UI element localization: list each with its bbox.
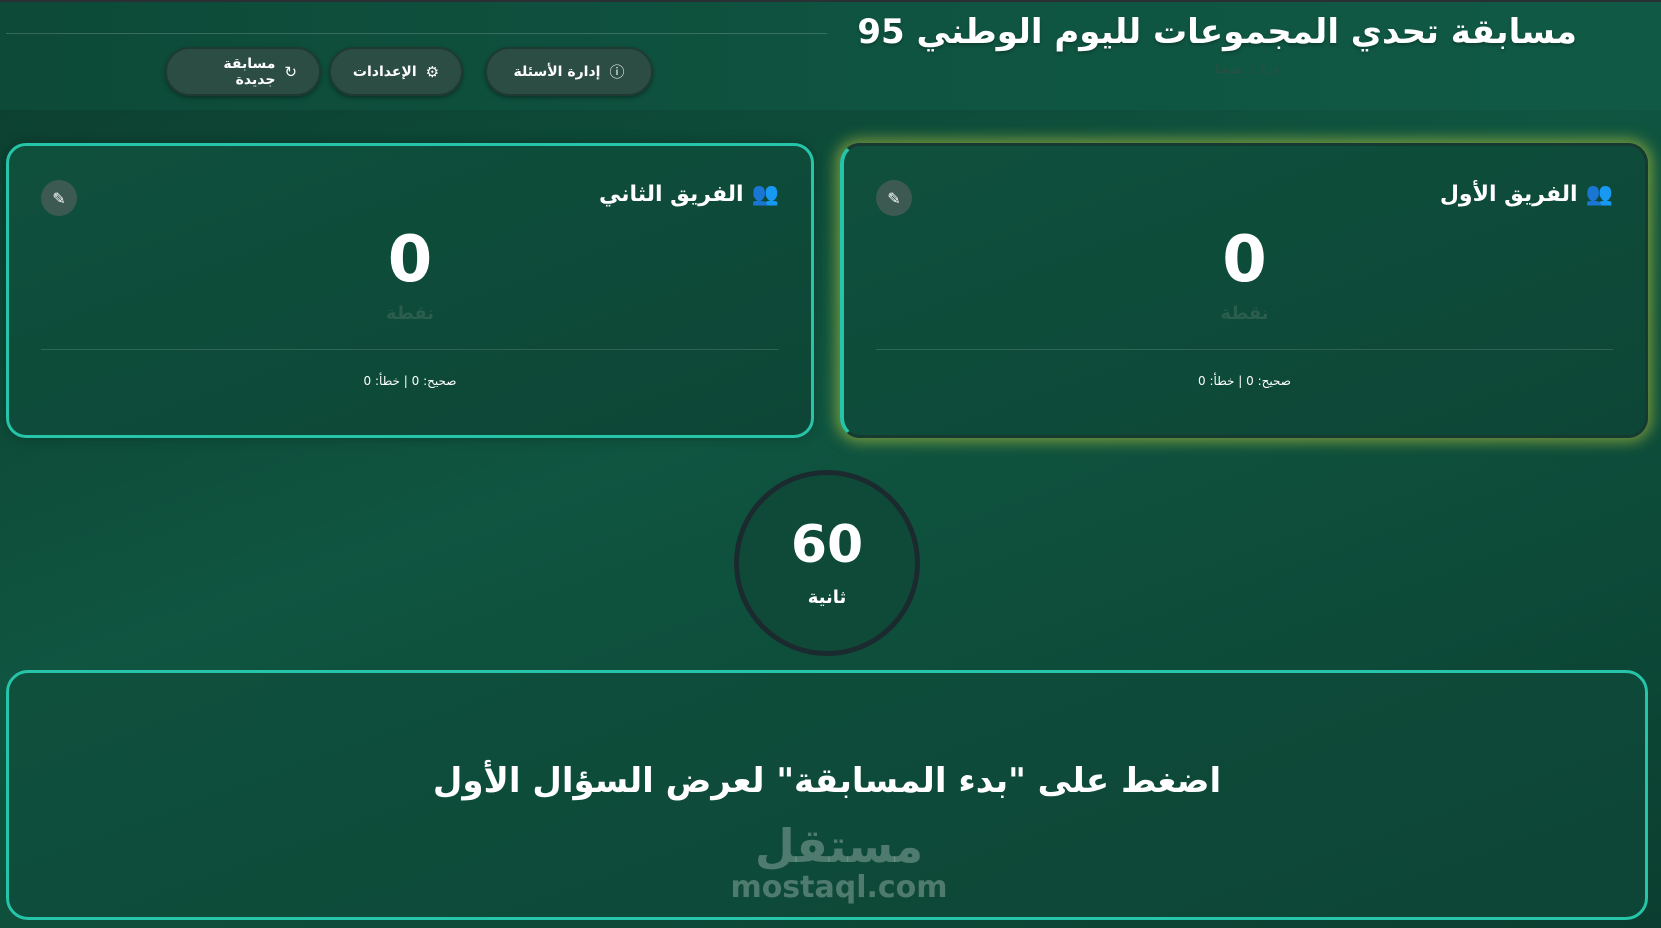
- pencil-icon: ✎: [52, 188, 66, 208]
- points-label: نقطة: [1220, 303, 1269, 324]
- settings-button[interactable]: ⚙ الإعدادات: [329, 47, 463, 96]
- timer-value: 60: [790, 515, 864, 575]
- team-score: 0: [387, 223, 433, 297]
- users-icon: 👥: [751, 182, 779, 207]
- team-score: 0: [1222, 223, 1267, 297]
- page-title: مسابقة تحدي المجموعات لليوم الوطني 95: [857, 12, 1577, 52]
- card-divider: [41, 349, 779, 350]
- new-competition-button[interactable]: ↻ مسابقة جديدة: [165, 47, 321, 96]
- watermark-logo: مستقل mostaql.com: [729, 823, 949, 904]
- manage-questions-button[interactable]: ⓘ إدارة الأسئلة: [485, 47, 653, 96]
- header: مسابقة تحدي المجموعات لليوم الوطني 95 عز…: [0, 0, 1661, 110]
- edit-team-button[interactable]: ✎: [876, 180, 912, 216]
- question-prompt: اضغط على "بدء المسابقة" لعرض السؤال الأو…: [432, 761, 1222, 801]
- team-stats: صحيح: 0 | خطأ: 0: [1198, 374, 1291, 388]
- manage-questions-label: إدارة الأسئلة: [513, 63, 601, 80]
- team-card-first: 👥 الفريق الأول ✎ 0 نقطة صحيح: 0 | خطأ: 0: [840, 143, 1648, 438]
- team-name: 👥 الفريق الثاني: [599, 182, 779, 207]
- points-label: نقطة: [385, 303, 435, 324]
- team-card-second: 👥 الفريق الثاني ✎ 0 نقطة صحيح: 0 | خطأ: …: [6, 143, 814, 438]
- team-name-label: الفريق الثاني: [598, 182, 744, 207]
- question-panel: اضغط على "بدء المسابقة" لعرض السؤال الأو…: [6, 670, 1648, 920]
- header-divider: [6, 33, 827, 34]
- watermark-latin: mostaql.com: [730, 870, 948, 905]
- team-stats: صحيح: 0 | خطأ: 0: [363, 374, 457, 388]
- team-name-label: الفريق الأول: [1439, 182, 1578, 207]
- timer-unit: ثانية: [807, 587, 847, 608]
- page-subtitle: عزنا .. بطبعنا: [1215, 62, 1281, 76]
- edit-team-button[interactable]: ✎: [41, 180, 77, 216]
- card-divider: [876, 349, 1613, 350]
- question-circle-icon: ⓘ: [609, 63, 625, 81]
- refresh-icon: ↻: [284, 62, 297, 81]
- watermark-arabic: مستقل: [754, 819, 924, 873]
- gear-icon: ⚙: [425, 62, 440, 81]
- pencil-icon: ✎: [887, 188, 901, 208]
- team-name: 👥 الفريق الأول: [1440, 182, 1613, 207]
- new-competition-label: مسابقة جديدة: [223, 55, 276, 88]
- toolbar: ↻ مسابقة جديدة ⚙ الإعدادات ⓘ إدارة الأسئ…: [165, 47, 653, 97]
- countdown-timer: 60 ثانية: [734, 470, 920, 656]
- settings-label: الإعدادات: [352, 63, 417, 80]
- users-icon: 👥: [1585, 182, 1613, 207]
